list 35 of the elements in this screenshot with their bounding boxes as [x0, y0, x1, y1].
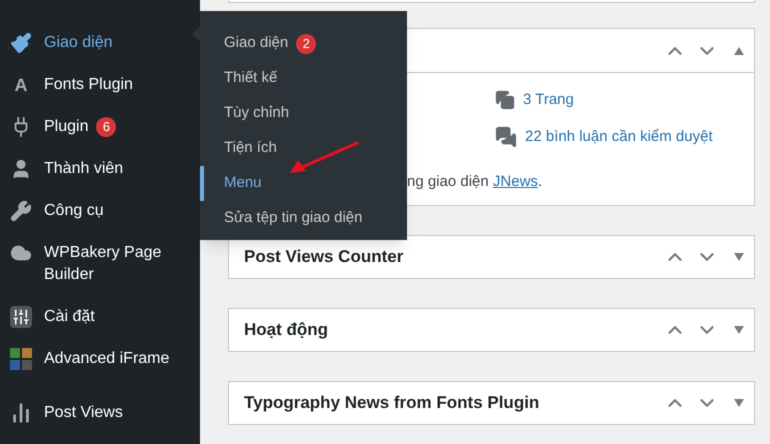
- expand-icon[interactable]: [734, 253, 744, 261]
- wrench-icon: [10, 200, 32, 222]
- submenu-item[interactable]: Tiện ích: [200, 131, 407, 166]
- theme-link[interactable]: JNews: [492, 173, 538, 190]
- submenu-item[interactable]: Sửa tệp tin giao diện: [200, 201, 407, 236]
- comments-icon: [495, 126, 517, 148]
- paintbrush-icon: [10, 32, 32, 54]
- sidebar-item[interactable]: Advanced iFrame: [0, 338, 200, 380]
- sidebar-item[interactable]: Thành viên: [0, 148, 200, 190]
- submenu-item[interactable]: Tùy chỉnh: [200, 96, 407, 131]
- count-badge: 2: [296, 34, 316, 54]
- submenu-item[interactable]: Thiết kế: [200, 61, 407, 96]
- sliders-icon: [10, 306, 32, 328]
- count-badge: 6: [96, 117, 116, 137]
- sidebar-item[interactable]: Cài đặt: [0, 296, 200, 338]
- sidebar-item[interactable]: A Fonts Plugin: [0, 64, 200, 106]
- sidebar-item[interactable]: Plugin 6: [0, 106, 200, 148]
- pages-icon: [495, 90, 515, 110]
- widget-title: Post Views Counter: [244, 246, 404, 268]
- theme-info-text: ng giao diện JNews.: [407, 172, 542, 192]
- collapse-icon[interactable]: [734, 46, 744, 54]
- stat-link[interactable]: 3 Trang: [523, 89, 574, 112]
- letter-icon: A: [10, 74, 32, 96]
- sidebar-item[interactable]: Công cụ: [0, 190, 200, 232]
- sidebar-item[interactable]: Post Views: [0, 392, 200, 434]
- stat-link[interactable]: 22 bình luận cần kiểm duyệt: [525, 126, 713, 148]
- submenu-item[interactable]: Giao diện 2: [200, 26, 407, 61]
- expand-icon[interactable]: [734, 326, 744, 334]
- sidebar-item[interactable]: WPBakery Page Builder: [0, 232, 200, 296]
- sidebar-item[interactable]: Giao diện: [0, 22, 200, 64]
- widget-title: Hoạt động: [244, 319, 328, 342]
- bar-chart-icon: [10, 402, 32, 424]
- expand-icon[interactable]: [734, 399, 744, 407]
- tiles-icon: [10, 348, 32, 370]
- widget-title: Typography News from Fonts Plugin: [244, 392, 540, 414]
